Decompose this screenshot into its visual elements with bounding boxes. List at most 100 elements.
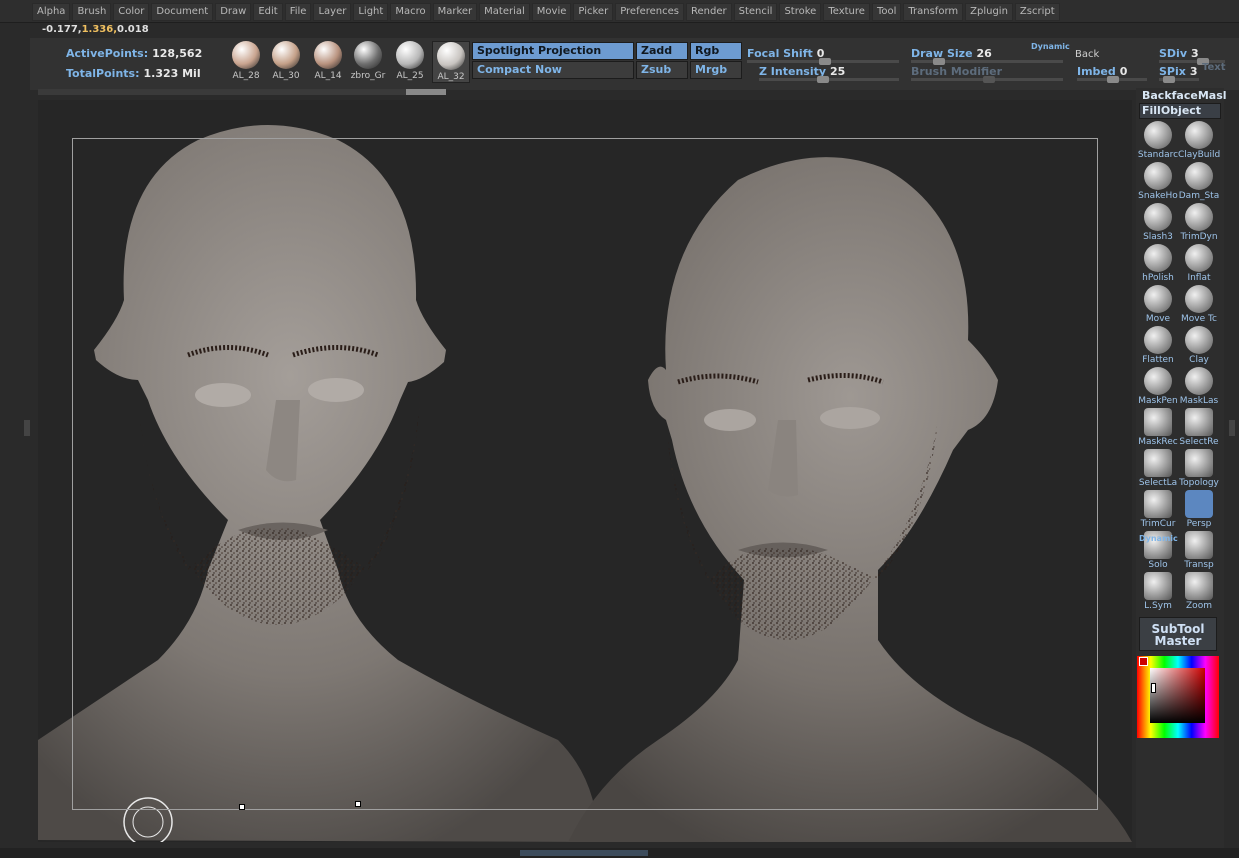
brush-modifier-slider[interactable]: Brush Modifier (911, 60, 1063, 88)
backface-mask-button[interactable]: BackfaceMasl (1139, 88, 1227, 104)
brush-maskrec[interactable]: MaskRec (1137, 408, 1179, 447)
brush-dam-sta[interactable]: Dam_Sta (1178, 162, 1220, 201)
material-al_14[interactable]: AL_14 (310, 41, 346, 81)
brush-topology[interactable]: Topology (1178, 449, 1220, 488)
z-intensity-knob[interactable] (817, 76, 829, 83)
active-points-label: ActivePoints: (66, 47, 149, 60)
menu-layer[interactable]: Layer (313, 3, 352, 21)
coord-y: 1.336, (81, 24, 118, 35)
menu-marker[interactable]: Marker (432, 3, 478, 21)
menu-tool[interactable]: Tool (871, 3, 902, 21)
material-al_30[interactable]: AL_30 (268, 41, 304, 81)
menu-stroke[interactable]: Stroke (779, 3, 822, 21)
frame-handle-right[interactable] (355, 801, 361, 807)
brush-persp[interactable]: Persp (1178, 490, 1220, 529)
menu-preferences[interactable]: Preferences (615, 3, 685, 21)
brush-label: MaskPen (1138, 396, 1178, 406)
menu-movie[interactable]: Movie (531, 3, 572, 21)
spix-knob[interactable] (1163, 76, 1175, 83)
color-cursor[interactable] (1151, 683, 1156, 693)
menu-light[interactable]: Light (353, 3, 389, 21)
fill-object-button[interactable]: FillObject (1139, 103, 1221, 119)
menu-edit[interactable]: Edit (253, 3, 283, 21)
frame-handle-left[interactable] (239, 804, 245, 810)
material-al_32[interactable]: AL_32 (432, 41, 470, 83)
brush-inflat[interactable]: Inflat (1178, 244, 1220, 283)
brush-zoom[interactable]: Zoom (1178, 572, 1220, 611)
menu-texture[interactable]: Texture (823, 3, 870, 21)
menu-macro[interactable]: Macro (390, 3, 431, 21)
menu-color[interactable]: Color (113, 3, 150, 21)
spotlight-projection-button[interactable]: Spotlight Projection (472, 42, 634, 60)
dynamic-label[interactable]: Dynamic (1031, 42, 1070, 51)
menu-draw[interactable]: Draw (215, 3, 252, 21)
sdiv-label: SDiv (1159, 47, 1187, 60)
brush-label: SelectRe (1179, 437, 1219, 447)
menu-material[interactable]: Material (479, 3, 530, 21)
material-sphere-icon (232, 41, 260, 69)
viewport-canvas[interactable] (38, 100, 1132, 842)
spix-slider[interactable]: SPix 3 (1159, 60, 1199, 88)
material-zbro_gr[interactable]: zbro_Gr (350, 41, 386, 81)
menu-picker[interactable]: Picker (573, 3, 614, 21)
zadd-button[interactable]: Zadd (636, 42, 688, 60)
zsub-button[interactable]: Zsub (636, 61, 688, 79)
imbed-slider[interactable]: Imbed 0 (1077, 60, 1147, 88)
point-counts: ActivePoints: 128,562 TotalPoints: 1.323 M… (66, 44, 202, 84)
menu-stencil[interactable]: Stencil (733, 3, 778, 21)
brush-maskpen[interactable]: MaskPen (1137, 367, 1179, 406)
color-picker[interactable] (1137, 656, 1219, 738)
brush-standarc[interactable]: Standarc (1137, 121, 1179, 160)
compact-now-button[interactable]: Compact Now (472, 61, 634, 79)
menu-document[interactable]: Document (151, 3, 214, 21)
brush-trimdyn[interactable]: TrimDyn (1178, 203, 1220, 242)
brush-label: MaskLas (1179, 396, 1219, 406)
brush-move-tc[interactable]: Move Tc (1178, 285, 1220, 324)
brush-selectre[interactable]: SelectRe (1178, 408, 1220, 447)
menu-file[interactable]: File (284, 3, 312, 21)
material-al_25[interactable]: AL_25 (392, 41, 428, 81)
bottom-tray-toggle[interactable] (520, 850, 648, 856)
menu-zscript[interactable]: Zscript (1014, 3, 1060, 21)
menu-alpha[interactable]: Alpha (32, 3, 71, 21)
trimdyn-icon (1185, 203, 1213, 231)
z-intensity-slider[interactable]: Z Intensity 25 (759, 60, 899, 88)
brush-label: SnakeHo (1138, 191, 1178, 201)
rgb-button[interactable]: Rgb (690, 42, 742, 60)
brush-selectla[interactable]: SelectLa (1137, 449, 1179, 488)
coord-z: 0.018 (117, 24, 149, 35)
material-al_28[interactable]: AL_28 (228, 41, 264, 81)
mrgb-button[interactable]: Mrgb (690, 61, 742, 79)
menu-transform[interactable]: Transform (903, 3, 964, 21)
menu-zplugin[interactable]: Zplugin (965, 3, 1013, 21)
right-tray-toggle[interactable] (1229, 420, 1235, 436)
brush-flatten[interactable]: Flatten (1137, 326, 1179, 365)
menu-render[interactable]: Render (686, 3, 732, 21)
brush-label: Move Tc (1181, 314, 1217, 324)
brush-hpolish[interactable]: hPolish (1137, 244, 1179, 283)
cursor-coordinates: -0.177,1.336,0.018 (42, 24, 149, 35)
material-sphere-icon (437, 42, 465, 70)
left-tray-toggle[interactable] (24, 420, 30, 436)
brush-move[interactable]: Move (1137, 285, 1179, 324)
brush-label: Topology (1179, 478, 1219, 488)
menu-brush[interactable]: Brush (72, 3, 112, 21)
hpolish-icon (1144, 244, 1172, 272)
brush-snakeho[interactable]: SnakeHo (1137, 162, 1179, 201)
brush-masklas[interactable]: MaskLas (1178, 367, 1220, 406)
saturation-value-square[interactable] (1150, 668, 1205, 723)
move-tc-icon (1185, 285, 1213, 313)
brush-slash3[interactable]: Slash3 (1137, 203, 1179, 242)
imbed-knob[interactable] (1107, 76, 1119, 83)
material-label: AL_28 (232, 71, 260, 81)
material-sphere-icon (354, 41, 382, 69)
brush-l-sym[interactable]: L.Sym (1137, 572, 1179, 611)
brush-label: Transp (1184, 560, 1214, 570)
brush-trimcur[interactable]: TrimCur (1137, 490, 1179, 529)
brush-modifier-knob[interactable] (983, 76, 995, 83)
brush-clay[interactable]: Clay (1178, 326, 1220, 365)
brush-claybuild[interactable]: ClayBuild (1178, 121, 1220, 160)
brush-transp[interactable]: Transp (1178, 531, 1220, 570)
subtool-master-button[interactable]: SubTool Master (1139, 617, 1217, 651)
main-color-swatch[interactable] (1139, 657, 1148, 666)
